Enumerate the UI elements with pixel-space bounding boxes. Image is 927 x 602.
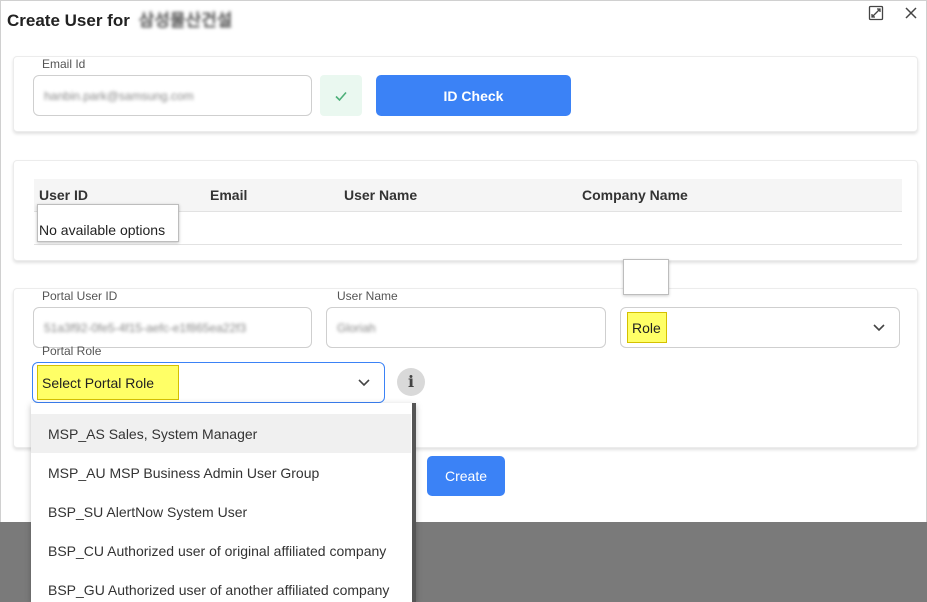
create-button[interactable]: Create (427, 456, 505, 496)
portal-user-id-value: 51a3f92-0fe5-4f15-aefc-e1f865ea22f3 (44, 320, 247, 335)
col-user-id: User ID (39, 187, 89, 203)
user-table-card: User ID Email User Name Company Name No … (13, 160, 918, 261)
checkmark-icon (320, 75, 362, 116)
no-options-box: No available options (37, 204, 179, 242)
user-name-value: Gloriah (337, 320, 376, 335)
company-name: 삼성물산건설 (138, 11, 233, 30)
portal-role-label: Portal Role (42, 344, 102, 358)
col-company-name: Company Name (582, 187, 688, 203)
info-icon[interactable]: i (397, 368, 425, 396)
dialog-title-text: Create User for (7, 11, 130, 30)
dialog-title: Create User for 삼성물산건설 (7, 6, 232, 31)
close-icon[interactable] (902, 5, 920, 23)
dropdown-option[interactable]: BSP_SU AlertNow System User (31, 492, 411, 531)
portal-user-id-label: Portal User ID (42, 289, 118, 303)
chevron-down-icon (358, 379, 370, 387)
role-select[interactable]: Role (620, 307, 900, 348)
role-placeholder: Role (627, 312, 667, 343)
table-row-divider (34, 244, 902, 245)
user-name-label: User Name (337, 289, 398, 303)
email-value: hanbin.park@samsung.com (44, 88, 194, 103)
email-label: Email Id (42, 57, 86, 71)
email-input[interactable]: hanbin.park@samsung.com (33, 75, 312, 116)
portal-role-placeholder: Select Portal Role (37, 365, 179, 400)
expand-icon[interactable] (867, 5, 885, 23)
email-card: Email Id hanbin.park@samsung.com ID Chec… (13, 56, 918, 132)
dropdown-option[interactable]: MSP_AS Sales, System Manager (31, 414, 411, 453)
user-name-input[interactable]: Gloriah (326, 307, 606, 348)
portal-user-id-input[interactable]: 51a3f92-0fe5-4f15-aefc-e1f865ea22f3 (33, 307, 312, 348)
portal-role-dropdown: MSP_AS Sales, System Manager MSP_AU MSP … (31, 403, 416, 602)
col-user-name: User Name (344, 187, 418, 203)
id-check-button[interactable]: ID Check (376, 75, 571, 116)
chevron-down-icon (873, 324, 885, 332)
dropdown-option[interactable]: BSP_GU Authorized user of another affili… (31, 570, 411, 602)
dropdown-option[interactable]: BSP_CU Authorized user of original affil… (31, 531, 411, 570)
portal-role-select[interactable]: Select Portal Role (32, 362, 385, 403)
col-email: Email (210, 187, 248, 203)
dropdown-option[interactable]: MSP_AU MSP Business Admin User Group (31, 453, 411, 492)
small-popover-box (623, 259, 669, 295)
dropdown-scrollbar[interactable] (412, 403, 416, 602)
